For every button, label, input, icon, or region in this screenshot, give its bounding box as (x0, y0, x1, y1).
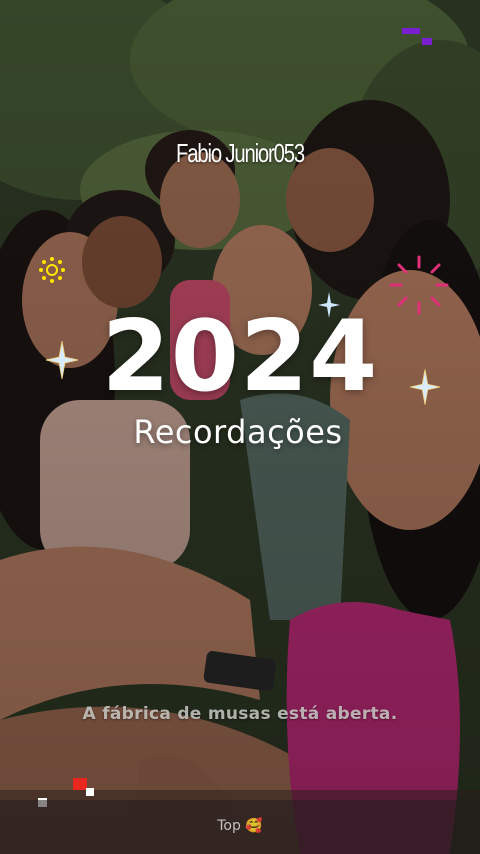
sun-icon (39, 257, 65, 283)
top-link[interactable]: Top 🥰 (0, 818, 480, 834)
caption-text: A fábrica de musas está aberta. (82, 704, 398, 724)
watermark-handle: Fabio Junior053 (176, 138, 305, 168)
memories-subtitle: Recordações (133, 413, 343, 451)
top-label: Top (217, 818, 241, 834)
video-frame[interactable]: Fabio Junior053 2024 Recordações A fábri… (0, 0, 480, 854)
pixel-decoration-icon (402, 28, 432, 45)
year-title: 2024 (101, 300, 379, 414)
smiling-face-emoji-icon: 🥰 (245, 818, 263, 834)
